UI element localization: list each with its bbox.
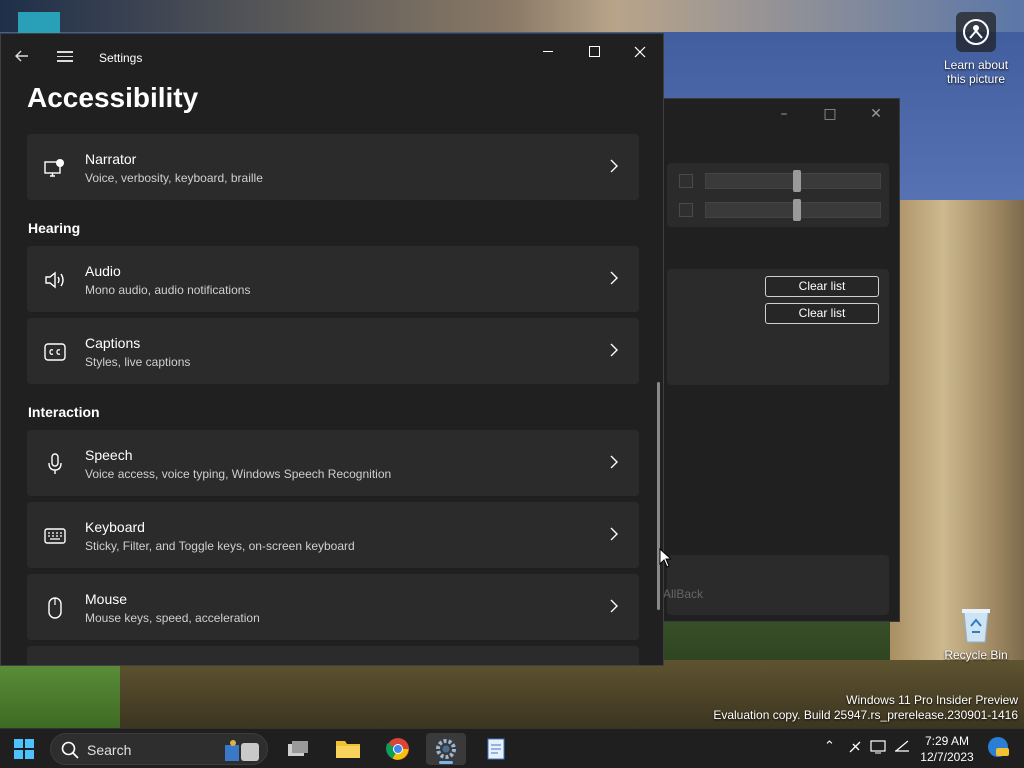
keyboard-card[interactable]: Keyboard Sticky, Filter, and Toggle keys… — [27, 502, 639, 568]
clear-list-button-1[interactable]: Clear list — [765, 276, 879, 297]
allback-label: AllBack — [663, 587, 704, 601]
task-view-icon — [288, 741, 308, 756]
bg-panel-sliders — [667, 163, 889, 227]
mouse-card[interactable]: Mouse Mouse keys, speed, acceleration — [27, 574, 639, 640]
captions-card[interactable]: Captions Styles, live captions — [27, 318, 639, 384]
background-window[interactable]: – □ ✕ Clear list Clear list AllBack — [662, 98, 900, 622]
settings-window[interactable]: Settings Accessibility Narrator Voice, v… — [0, 33, 664, 666]
settings-taskbar-button[interactable] — [426, 733, 466, 765]
settings-titlebar: Settings — [1, 34, 663, 82]
audio-card[interactable]: Audio Mono audio, audio notifications — [27, 246, 639, 312]
speech-subtitle: Voice access, voice typing, Windows Spee… — [85, 467, 392, 481]
narrator-title: Narrator — [85, 151, 137, 167]
bg-panel-lists: Clear list Clear list — [667, 269, 889, 385]
bg-maximize-button[interactable]: □ — [807, 106, 853, 122]
bg-slider-2-thumb[interactable] — [793, 199, 801, 221]
chevron-right-icon — [609, 454, 623, 472]
learn-label-line1: Learn about — [943, 58, 1009, 72]
captions-icon — [43, 340, 67, 364]
chevron-right-icon — [609, 342, 623, 360]
insider-preview-icon[interactable] — [986, 735, 1010, 763]
bg-checkbox-1[interactable] — [679, 174, 693, 188]
mouse-icon — [43, 596, 67, 620]
file-explorer-icon — [336, 741, 360, 758]
keyboard-icon — [43, 524, 67, 548]
back-arrow-icon[interactable] — [15, 48, 35, 68]
recycle-bin-icon — [958, 604, 994, 644]
speaker-icon — [43, 268, 67, 292]
mouse-title: Mouse — [85, 591, 128, 607]
notepad-button[interactable] — [476, 733, 516, 765]
search-highlight-icon — [225, 740, 259, 761]
chevron-right-icon — [609, 270, 623, 288]
task-view-button[interactable] — [278, 733, 318, 765]
page-title: Accessibility — [27, 82, 199, 113]
captions-subtitle: Styles, live captions — [85, 355, 191, 369]
wallpaper-sky — [0, 0, 1024, 32]
chevron-right-icon — [609, 526, 623, 544]
chevron-up-icon[interactable]: ⌃ — [824, 739, 835, 754]
speech-card[interactable]: Speech Voice access, voice typing, Windo… — [27, 430, 639, 496]
section-interaction: Interaction — [28, 404, 100, 420]
bg-slider-1-thumb[interactable] — [793, 170, 801, 192]
clock-date: 12/7/2023 — [920, 750, 974, 764]
next-card-partial[interactable] — [27, 646, 639, 665]
battery-icon[interactable] — [894, 739, 910, 759]
audio-title: Audio — [85, 263, 121, 279]
bg-panel-bottom — [667, 555, 889, 615]
bg-checkbox-2[interactable] — [679, 203, 693, 217]
scrollbar-thumb[interactable] — [657, 382, 660, 610]
build-watermark: Windows 11 Pro Insider Preview Evaluatio… — [713, 693, 1018, 723]
desktop-tile — [18, 12, 60, 34]
chevron-right-icon — [609, 158, 623, 176]
maximize-button[interactable] — [571, 40, 617, 64]
audio-subtitle: Mono audio, audio notifications — [85, 283, 251, 297]
display-icon[interactable] — [870, 739, 886, 759]
microphone-icon — [43, 452, 67, 476]
taskbar-search[interactable]: Search — [50, 733, 268, 765]
watermark-line2: Evaluation copy. Build 25947.rs_prerelea… — [713, 708, 1018, 722]
minimize-button[interactable] — [525, 40, 571, 64]
keyboard-subtitle: Sticky, Filter, and Toggle keys, on-scre… — [85, 539, 355, 553]
clear-list-button-2[interactable]: Clear list — [765, 303, 879, 324]
narrator-card[interactable]: Narrator Voice, verbosity, keyboard, bra… — [27, 134, 639, 200]
narrator-icon — [43, 156, 67, 180]
bg-titlebar: – □ ✕ — [663, 99, 899, 129]
chrome-button[interactable] — [378, 733, 418, 765]
close-button[interactable] — [617, 40, 663, 64]
learn-label-line2: this picture — [946, 72, 1006, 86]
search-label: Search — [87, 742, 132, 758]
search-icon — [61, 741, 79, 759]
file-explorer-button[interactable] — [328, 733, 368, 765]
settings-icon — [436, 739, 456, 759]
learn-about-picture-shortcut[interactable]: Learn about this picture — [938, 12, 1014, 86]
chevron-right-icon — [609, 598, 623, 616]
mouse-cursor-icon — [659, 547, 673, 572]
hamburger-menu-icon[interactable] — [57, 48, 77, 68]
start-icon — [14, 739, 34, 759]
window-title: Settings — [99, 51, 143, 65]
network-disconnected-icon[interactable] — [848, 739, 864, 759]
clock-time: 7:29 AM — [924, 734, 970, 748]
taskbar: Search ⌃ 7:29 AM 12/7/2023 — [0, 728, 1024, 768]
start-button[interactable] — [4, 733, 44, 765]
bg-close-button[interactable]: ✕ — [853, 106, 899, 122]
captions-title: Captions — [85, 335, 141, 351]
watermark-line1: Windows 11 Pro Insider Preview — [846, 693, 1018, 707]
chrome-icon — [386, 738, 409, 760]
mouse-subtitle: Mouse keys, speed, acceleration — [85, 611, 260, 625]
camera-info-icon — [956, 12, 996, 52]
section-hearing: Hearing — [28, 220, 81, 236]
bg-minimize-button[interactable]: – — [761, 106, 807, 122]
recycle-bin-shortcut[interactable]: Recycle Bin — [940, 604, 1012, 662]
keyboard-title: Keyboard — [85, 519, 145, 535]
wallpaper-grass — [0, 660, 120, 728]
taskbar-clock[interactable]: 7:29 AM 12/7/2023 — [910, 733, 984, 765]
notepad-icon — [487, 738, 505, 760]
recycle-label: Recycle Bin — [944, 648, 1008, 662]
narrator-subtitle: Voice, verbosity, keyboard, braille — [85, 171, 263, 185]
speech-title: Speech — [85, 447, 133, 463]
